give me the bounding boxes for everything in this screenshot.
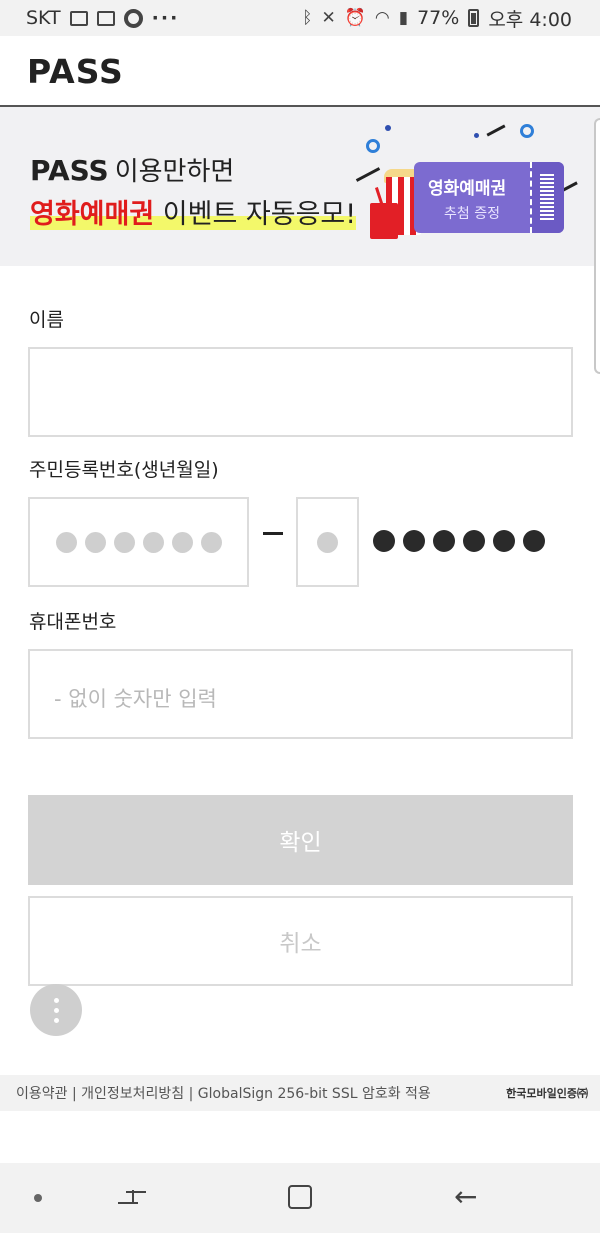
mask-dot <box>114 532 135 553</box>
home-icon[interactable] <box>288 1185 312 1209</box>
mask-dot <box>523 530 545 552</box>
mask-dot <box>403 530 425 552</box>
decoration-line <box>486 124 506 137</box>
nav-indicator-icon[interactable] <box>34 1194 42 1202</box>
rrn-front-mask <box>56 532 222 553</box>
mask-dot <box>172 532 193 553</box>
system-nav-bar: ← <box>0 1163 600 1233</box>
mask-dot <box>85 532 106 553</box>
movie-ticket: 영화예매권 추첨 증정 <box>414 162 564 233</box>
rrn-back-first-input[interactable] <box>296 497 359 587</box>
event-banner[interactable]: PASS 이용만하면 영화예매권 이벤트 자동응모! 영화예매권 추첨 증정 <box>0 107 600 266</box>
rrn-separator <box>263 532 283 535</box>
banner-line1-text: 이용만하면 <box>114 157 235 187</box>
barcode-icon <box>540 174 554 220</box>
more-options-button[interactable] <box>30 984 82 1036</box>
app-header: PASS <box>0 36 600 107</box>
banner-text: PASS 이용만하면 영화예매권 이벤트 자동응모! <box>30 151 357 231</box>
wifi-icon: ◠ <box>374 8 390 28</box>
mask-dot <box>56 532 77 553</box>
pass-logo[interactable]: PASS <box>27 52 124 91</box>
recent-apps-icon[interactable] <box>118 1187 146 1209</box>
footer-links[interactable]: 이용약관 | 개인정보처리방침 | GlobalSign 256-bit SSL… <box>16 1083 431 1103</box>
mute-icon: ✕ <box>321 8 336 28</box>
banner-pass-logo: PASS <box>30 154 109 187</box>
more-dot <box>53 1017 59 1023</box>
decoration-dot <box>366 139 380 153</box>
mask-dot <box>373 530 395 552</box>
banner-highlight-text: 영화예매권 <box>30 199 155 230</box>
decoration-dot <box>520 124 534 138</box>
more-notifications-icon: ··· <box>151 7 180 29</box>
clock: 오후 4:00 <box>488 8 572 31</box>
decoration-line <box>355 167 381 182</box>
phone-label: 휴대폰번호 <box>29 611 117 633</box>
battery-percent: 77% <box>417 7 460 29</box>
mask-dot <box>201 532 222 553</box>
decoration-dot <box>385 125 391 131</box>
alarm-icon: ⏰ <box>344 8 366 28</box>
rrn-back-hidden-mask <box>373 530 545 552</box>
battery-icon <box>468 9 480 27</box>
status-bar: SKT ··· ᛒ ✕ ⏰ ◠ ▮ 77% 오후 4:00 <box>0 0 600 36</box>
rrn-front-input[interactable] <box>28 497 249 587</box>
mask-dot <box>143 532 164 553</box>
image-notification-icon <box>69 10 88 26</box>
confirm-button[interactable]: 확인 <box>28 795 573 885</box>
ticket-stub <box>530 162 564 233</box>
rrn-back-first-mask <box>317 532 338 553</box>
drink-cup-icon <box>370 203 398 239</box>
bluetooth-icon: ᛒ <box>302 8 313 28</box>
ticket-title: 영화예매권 <box>428 179 507 199</box>
decoration-dot <box>474 133 479 138</box>
ticket-subtitle: 추첨 증정 <box>444 206 500 222</box>
phone-placeholder: - 없이 숫자만 입력 <box>54 687 217 711</box>
signal-icon: ▮ <box>398 8 409 28</box>
mask-dot <box>433 530 455 552</box>
mask-dot <box>493 530 515 552</box>
banner-line2-text: 이벤트 자동응모! <box>154 199 357 230</box>
footer-brand: 한국모바일인증㈜ <box>506 1087 588 1100</box>
mask-dot <box>317 532 338 553</box>
mail-notification-icon <box>96 10 115 26</box>
footer: 이용약관 | 개인정보처리방침 | GlobalSign 256-bit SSL… <box>0 1075 600 1111</box>
more-dot <box>53 1007 59 1013</box>
back-icon[interactable]: ← <box>454 1183 477 1211</box>
record-notification-icon <box>123 8 143 28</box>
name-label: 이름 <box>29 309 64 331</box>
carrier-label: SKT <box>26 7 61 29</box>
scrollbar[interactable] <box>594 118 600 374</box>
name-input[interactable] <box>28 347 573 437</box>
mask-dot <box>463 530 485 552</box>
decoration-line <box>562 181 578 192</box>
more-dot <box>53 997 59 1003</box>
rrn-label: 주민등록번호(생년월일) <box>29 459 219 481</box>
cancel-button[interactable]: 취소 <box>28 896 573 986</box>
